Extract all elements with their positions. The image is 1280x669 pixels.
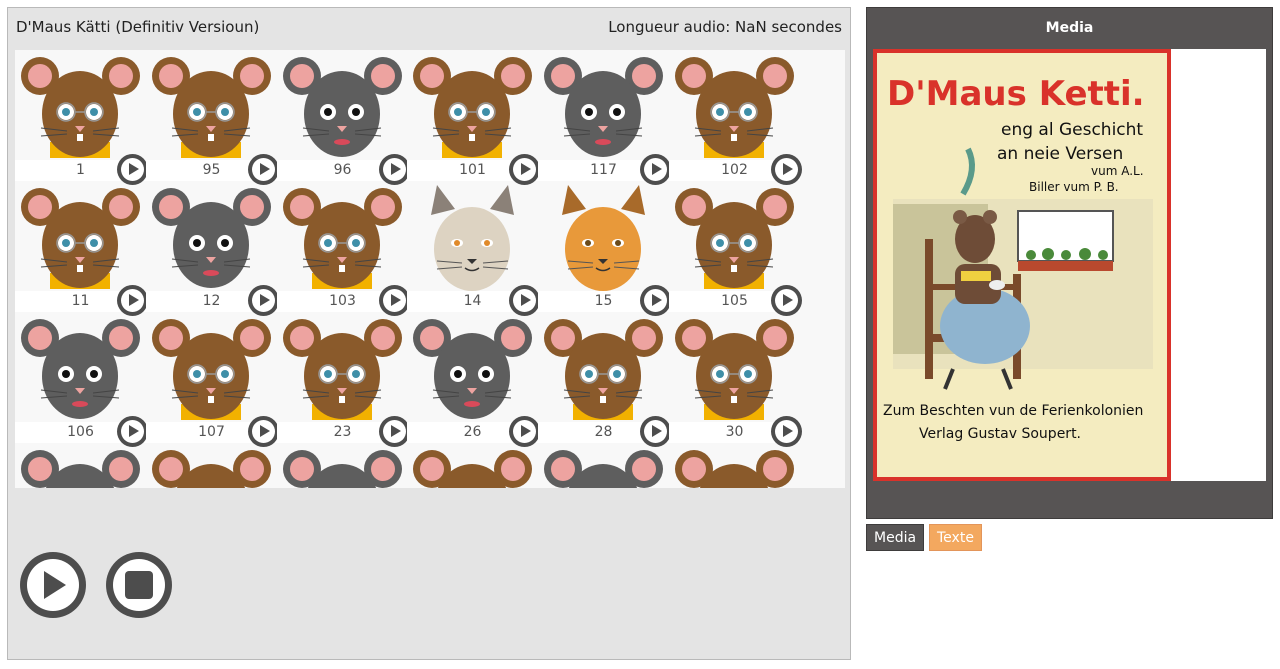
- audio-length-label: Longueur audio: NaN secondes: [608, 18, 842, 36]
- character-cell-30[interactable]: 30: [669, 312, 802, 447]
- character-cell-96[interactable]: 96: [277, 50, 410, 185]
- mouse-gray-face-icon: [152, 188, 271, 288]
- character-cell-103[interactable]: 103: [277, 181, 410, 316]
- mouse-gray-face-icon: [21, 450, 140, 488]
- character-cell-28[interactable]: 28: [538, 312, 671, 447]
- cover-publisher: Verlag Gustav Soupert.: [919, 426, 1081, 442]
- character-cell-r3c1[interactable]: [146, 443, 277, 488]
- mouse-brown-face-icon: [283, 319, 402, 420]
- mouse-brown-face-icon: [152, 319, 271, 420]
- character-cell-r3c0[interactable]: [15, 443, 146, 488]
- character-cell-11[interactable]: 11: [15, 181, 148, 316]
- character-cell-106[interactable]: 106: [15, 312, 148, 447]
- cover-subtitle-1: eng al Geschicht: [1001, 120, 1143, 140]
- character-cell-1[interactable]: 1: [15, 50, 148, 185]
- mouse-brown-face-icon: [283, 188, 402, 289]
- character-cell-14[interactable]: 14: [407, 181, 540, 316]
- tab-texte[interactable]: Texte: [929, 524, 982, 551]
- book-cover-image: D'Maus Ketti. eng al Geschicht an neie V…: [873, 49, 1171, 481]
- mouse-brown-face-icon: [675, 57, 794, 158]
- character-cell-r3c5[interactable]: [669, 443, 800, 488]
- media-panel: Media D'Maus Ketti. eng al Geschicht an …: [866, 7, 1273, 519]
- character-cell-102[interactable]: 102: [669, 50, 802, 185]
- mouse-brown-face-icon: [21, 188, 140, 289]
- mouse-brown-face-icon: [675, 319, 794, 420]
- cover-title: D'Maus Ketti.: [887, 74, 1145, 114]
- cover-subtitle-2: an neie Versen: [997, 144, 1123, 164]
- cover-dedication: Zum Beschten vun de Ferienkolonien: [883, 403, 1143, 419]
- mouse-brown-face-icon: [21, 57, 140, 158]
- mouse-gray-face-icon: [283, 450, 402, 488]
- mouse-gray-face-icon: [413, 319, 532, 419]
- character-cell-r3c4[interactable]: [538, 443, 669, 488]
- mouse-gray-face-icon: [283, 57, 402, 157]
- character-cell-r3c2[interactable]: [277, 443, 408, 488]
- mouse-brown-face-icon: [152, 450, 271, 488]
- cat-gray-face-icon: [431, 185, 514, 291]
- character-cell-26[interactable]: 26: [407, 312, 540, 447]
- mouse-gray-face-icon: [544, 450, 663, 488]
- mouse-brown-face-icon: [413, 450, 532, 488]
- character-cell-15[interactable]: 15: [538, 181, 671, 316]
- cover-illustrator: Biller vum P. B.: [1029, 180, 1119, 194]
- character-cell-95[interactable]: 95: [146, 50, 279, 185]
- character-cell-23[interactable]: 23: [277, 312, 410, 447]
- mouse-brown-face-icon: [413, 57, 532, 158]
- character-cell-r3c3[interactable]: [407, 443, 538, 488]
- cat-orange-face-icon: [562, 185, 645, 291]
- tab-media[interactable]: Media: [866, 524, 925, 551]
- mouse-brown-face-icon: [544, 319, 663, 420]
- character-cell-107[interactable]: 107: [146, 312, 279, 447]
- character-cell-101[interactable]: 101: [407, 50, 540, 185]
- cover-author: vum A.L.: [1091, 164, 1144, 178]
- character-cell-105[interactable]: 105: [669, 181, 802, 316]
- mouse-brown-face-icon: [675, 450, 794, 488]
- document-title: D'Maus Kätti (Definitiv Versioun): [16, 18, 260, 36]
- character-grid[interactable]: 1 95 96 101 117 102 11 12 103 14 15 105 106 107 23 26 28…: [15, 50, 845, 488]
- media-title: Media: [1045, 20, 1094, 36]
- mouse-brown-face-icon: [152, 57, 271, 158]
- character-cell-117[interactable]: 117: [538, 50, 671, 185]
- mouse-brown-face-icon: [675, 188, 794, 289]
- mouse-gray-face-icon: [544, 57, 663, 157]
- play-all-button[interactable]: [20, 552, 86, 618]
- media-viewer: D'Maus Ketti. eng al Geschicht an neie V…: [873, 49, 1266, 481]
- mouse-gray-face-icon: [21, 319, 140, 419]
- stop-button[interactable]: [106, 552, 172, 618]
- character-cell-12[interactable]: 12: [146, 181, 279, 316]
